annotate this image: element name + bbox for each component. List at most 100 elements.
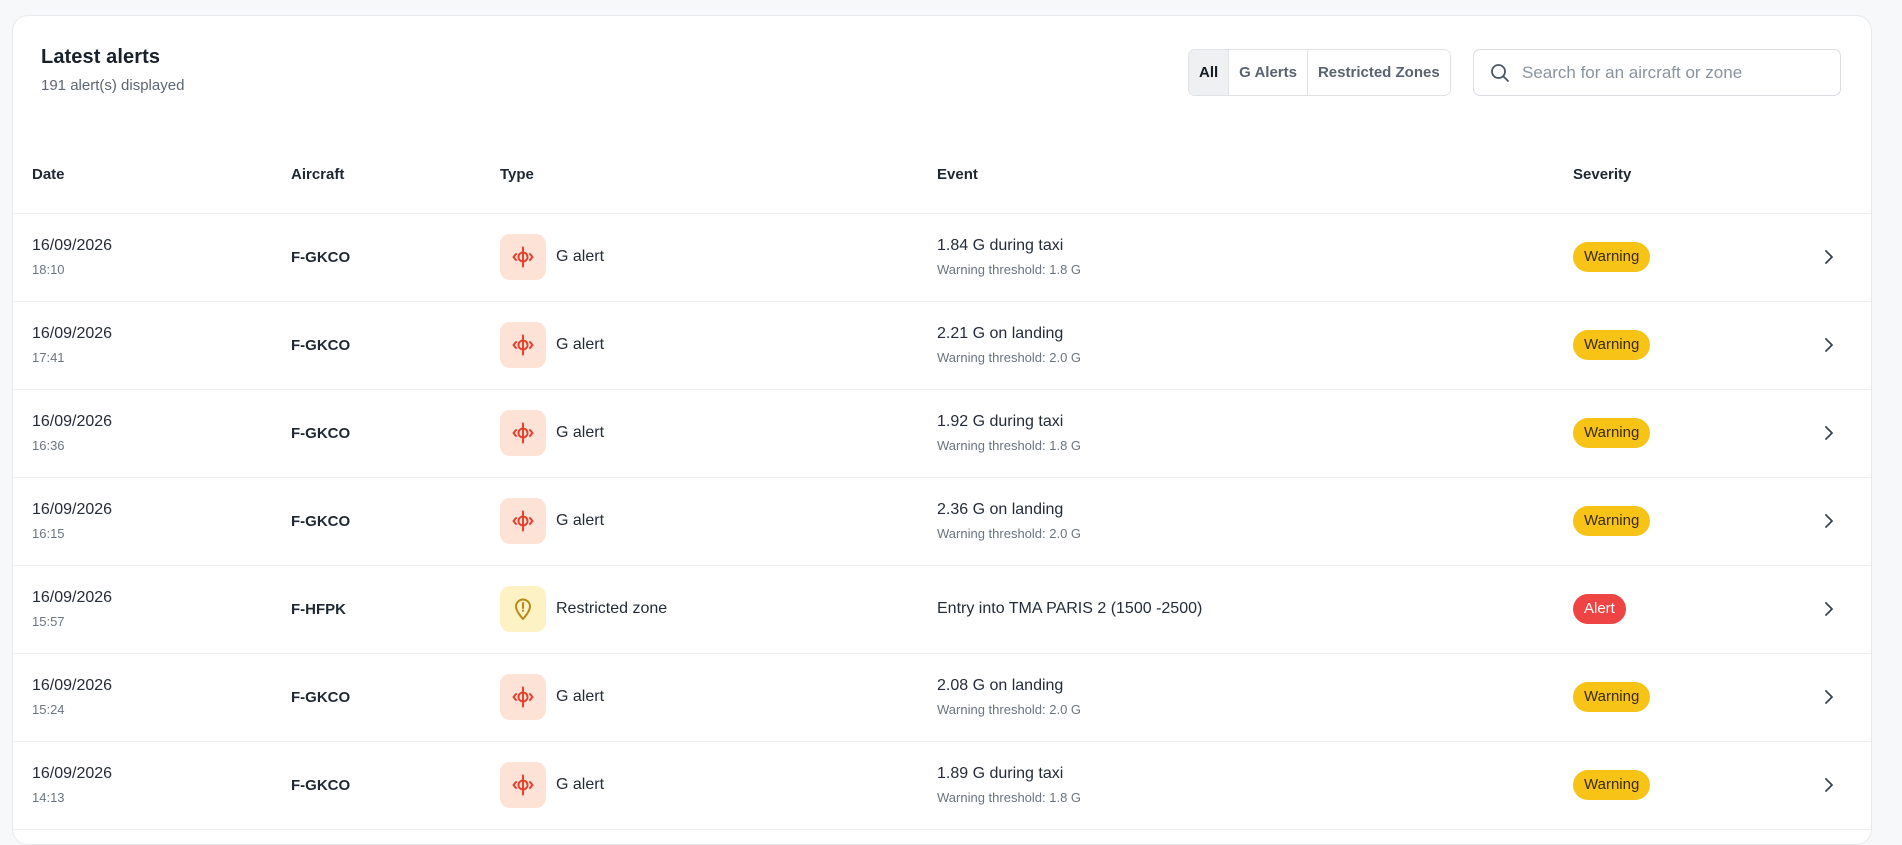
row-arrow-cell[interactable]	[1803, 477, 1871, 566]
alerts-table: Date Aircraft Type Event Severity 16/09/…	[13, 136, 1871, 830]
column-header-aircraft: Aircraft	[272, 136, 481, 214]
alert-date: 16/09/2026	[32, 677, 113, 694]
date-cell: 16/09/2026 16:36	[13, 389, 272, 478]
event-description: 2.36 G on landing	[937, 501, 1064, 518]
aircraft-cell: F-GKCO	[272, 213, 481, 302]
chevron-right-icon[interactable]	[1824, 337, 1834, 353]
g-force-icon	[512, 686, 534, 708]
filter-restricted-zones[interactable]: Restricted Zones	[1307, 50, 1450, 95]
row-arrow-cell[interactable]	[1803, 741, 1871, 830]
event-threshold: Warning threshold: 1.8 G	[937, 438, 1082, 453]
type-wrapper: G alert	[500, 322, 918, 368]
type-cell: G alert	[481, 389, 918, 478]
event-description: Entry into TMA PARIS 2 (1500 -2500)	[937, 600, 1203, 617]
alert-type: Restricted zone	[556, 600, 668, 617]
table-header: Date Aircraft Type Event Severity	[13, 136, 1871, 214]
column-header-date: Date	[13, 136, 272, 214]
g-force-icon	[512, 510, 534, 532]
type-icon-box	[500, 674, 546, 720]
column-header-severity: Severity	[1554, 136, 1803, 214]
type-cell: G alert	[481, 741, 918, 830]
chevron-right-icon[interactable]	[1824, 777, 1834, 793]
event-threshold: Warning threshold: 1.8 G	[937, 790, 1082, 805]
aircraft-cell: F-GKCO	[272, 301, 481, 390]
alert-date: 16/09/2026	[32, 413, 113, 430]
severity-badge: Alert	[1573, 594, 1626, 624]
table-row[interactable]: 16/09/2026 15:24 F-GKCO G alert 2.08 G o…	[13, 653, 1871, 742]
chevron-right-icon[interactable]	[1824, 689, 1834, 705]
table-row[interactable]: 16/09/2026 16:36 F-GKCO G alert 1.92 G d…	[13, 389, 1871, 478]
aircraft-cell: F-GKCO	[272, 741, 481, 830]
table-row[interactable]: 16/09/2026 14:13 F-GKCO G alert 1.89 G d…	[13, 741, 1871, 830]
date-cell: 16/09/2026 14:13	[13, 741, 272, 830]
event-description: 2.08 G on landing	[937, 677, 1064, 694]
panel-header: Latest alerts 191 alert(s) displayed All…	[13, 16, 1871, 136]
chevron-right-icon[interactable]	[1824, 513, 1834, 529]
type-cell: G alert	[481, 653, 918, 742]
severity-badge: Warning	[1573, 418, 1651, 448]
type-icon-box	[500, 586, 546, 632]
alert-type: G alert	[556, 688, 605, 705]
filter-g-alerts[interactable]: G Alerts	[1229, 50, 1308, 95]
location-pin-icon	[515, 598, 531, 620]
alert-date: 16/09/2026	[32, 501, 113, 518]
row-arrow-cell[interactable]	[1803, 565, 1871, 654]
event-threshold: Warning threshold: 1.8 G	[937, 262, 1082, 277]
table-row[interactable]: 16/09/2026 17:41 F-GKCO G alert 2.21 G o…	[13, 301, 1871, 390]
title-block: Latest alerts 191 alert(s) displayed	[41, 46, 184, 94]
g-force-icon	[512, 334, 534, 356]
alert-date: 16/09/2026	[32, 237, 113, 254]
search-box[interactable]	[1473, 49, 1841, 96]
alert-time: 16:15	[32, 526, 65, 541]
alert-date: 16/09/2026	[32, 325, 113, 342]
type-wrapper: G alert	[500, 498, 918, 544]
row-arrow-cell[interactable]	[1803, 301, 1871, 390]
search-input[interactable]	[1522, 62, 1822, 83]
type-wrapper: Restricted zone	[500, 586, 918, 632]
alert-time: 14:13	[32, 790, 65, 805]
severity-badge: Warning	[1573, 770, 1651, 800]
type-icon-box	[500, 498, 546, 544]
severity-cell: Warning	[1554, 213, 1803, 302]
severity-cell: Warning	[1554, 301, 1803, 390]
type-cell: G alert	[481, 477, 918, 566]
search-icon	[1491, 63, 1509, 82]
aircraft-cell: F-GKCO	[272, 477, 481, 566]
type-icon-box	[500, 762, 546, 808]
table-row[interactable]: 16/09/2026 16:15 F-GKCO G alert 2.36 G o…	[13, 477, 1871, 566]
chevron-right-icon[interactable]	[1824, 425, 1834, 441]
event-cell: 2.36 G on landing Warning threshold: 2.0…	[918, 477, 1554, 566]
event-description: 1.92 G during taxi	[937, 413, 1064, 430]
severity-badge: Warning	[1573, 682, 1651, 712]
table-row[interactable]: 16/09/2026 15:57 F-HFPK Restricted zone …	[13, 565, 1871, 654]
filter-tabs: All G Alerts Restricted Zones	[1188, 49, 1451, 96]
filter-all[interactable]: All	[1189, 50, 1230, 95]
alert-time: 18:10	[32, 262, 65, 277]
date-cell: 16/09/2026 17:41	[13, 301, 272, 390]
severity-badge: Warning	[1573, 330, 1651, 360]
aircraft-cell: F-GKCO	[272, 389, 481, 478]
aircraft-cell: F-HFPK	[272, 565, 481, 654]
severity-badge: Warning	[1573, 242, 1651, 272]
alerts-panel: Latest alerts 191 alert(s) displayed All…	[12, 15, 1872, 845]
severity-cell: Warning	[1554, 653, 1803, 742]
type-wrapper: G alert	[500, 234, 918, 280]
chevron-right-icon[interactable]	[1824, 249, 1834, 265]
event-description: 1.84 G during taxi	[937, 237, 1064, 254]
type-wrapper: G alert	[500, 762, 918, 808]
date-cell: 16/09/2026 15:24	[13, 653, 272, 742]
alert-date: 16/09/2026	[32, 765, 113, 782]
row-arrow-cell[interactable]	[1803, 213, 1871, 302]
row-arrow-cell[interactable]	[1803, 653, 1871, 742]
type-icon-box	[500, 410, 546, 456]
type-cell: G alert	[481, 213, 918, 302]
column-header-actions	[1803, 136, 1871, 214]
chevron-right-icon[interactable]	[1824, 601, 1834, 617]
alert-type: G alert	[556, 248, 605, 265]
table-row[interactable]: 16/09/2026 18:10 F-GKCO G alert 1.84 G d…	[13, 213, 1871, 302]
severity-cell: Warning	[1554, 741, 1803, 830]
aircraft-registration: F-GKCO	[291, 776, 351, 794]
severity-cell: Warning	[1554, 477, 1803, 566]
alert-date: 16/09/2026	[32, 589, 113, 606]
row-arrow-cell[interactable]	[1803, 389, 1871, 478]
